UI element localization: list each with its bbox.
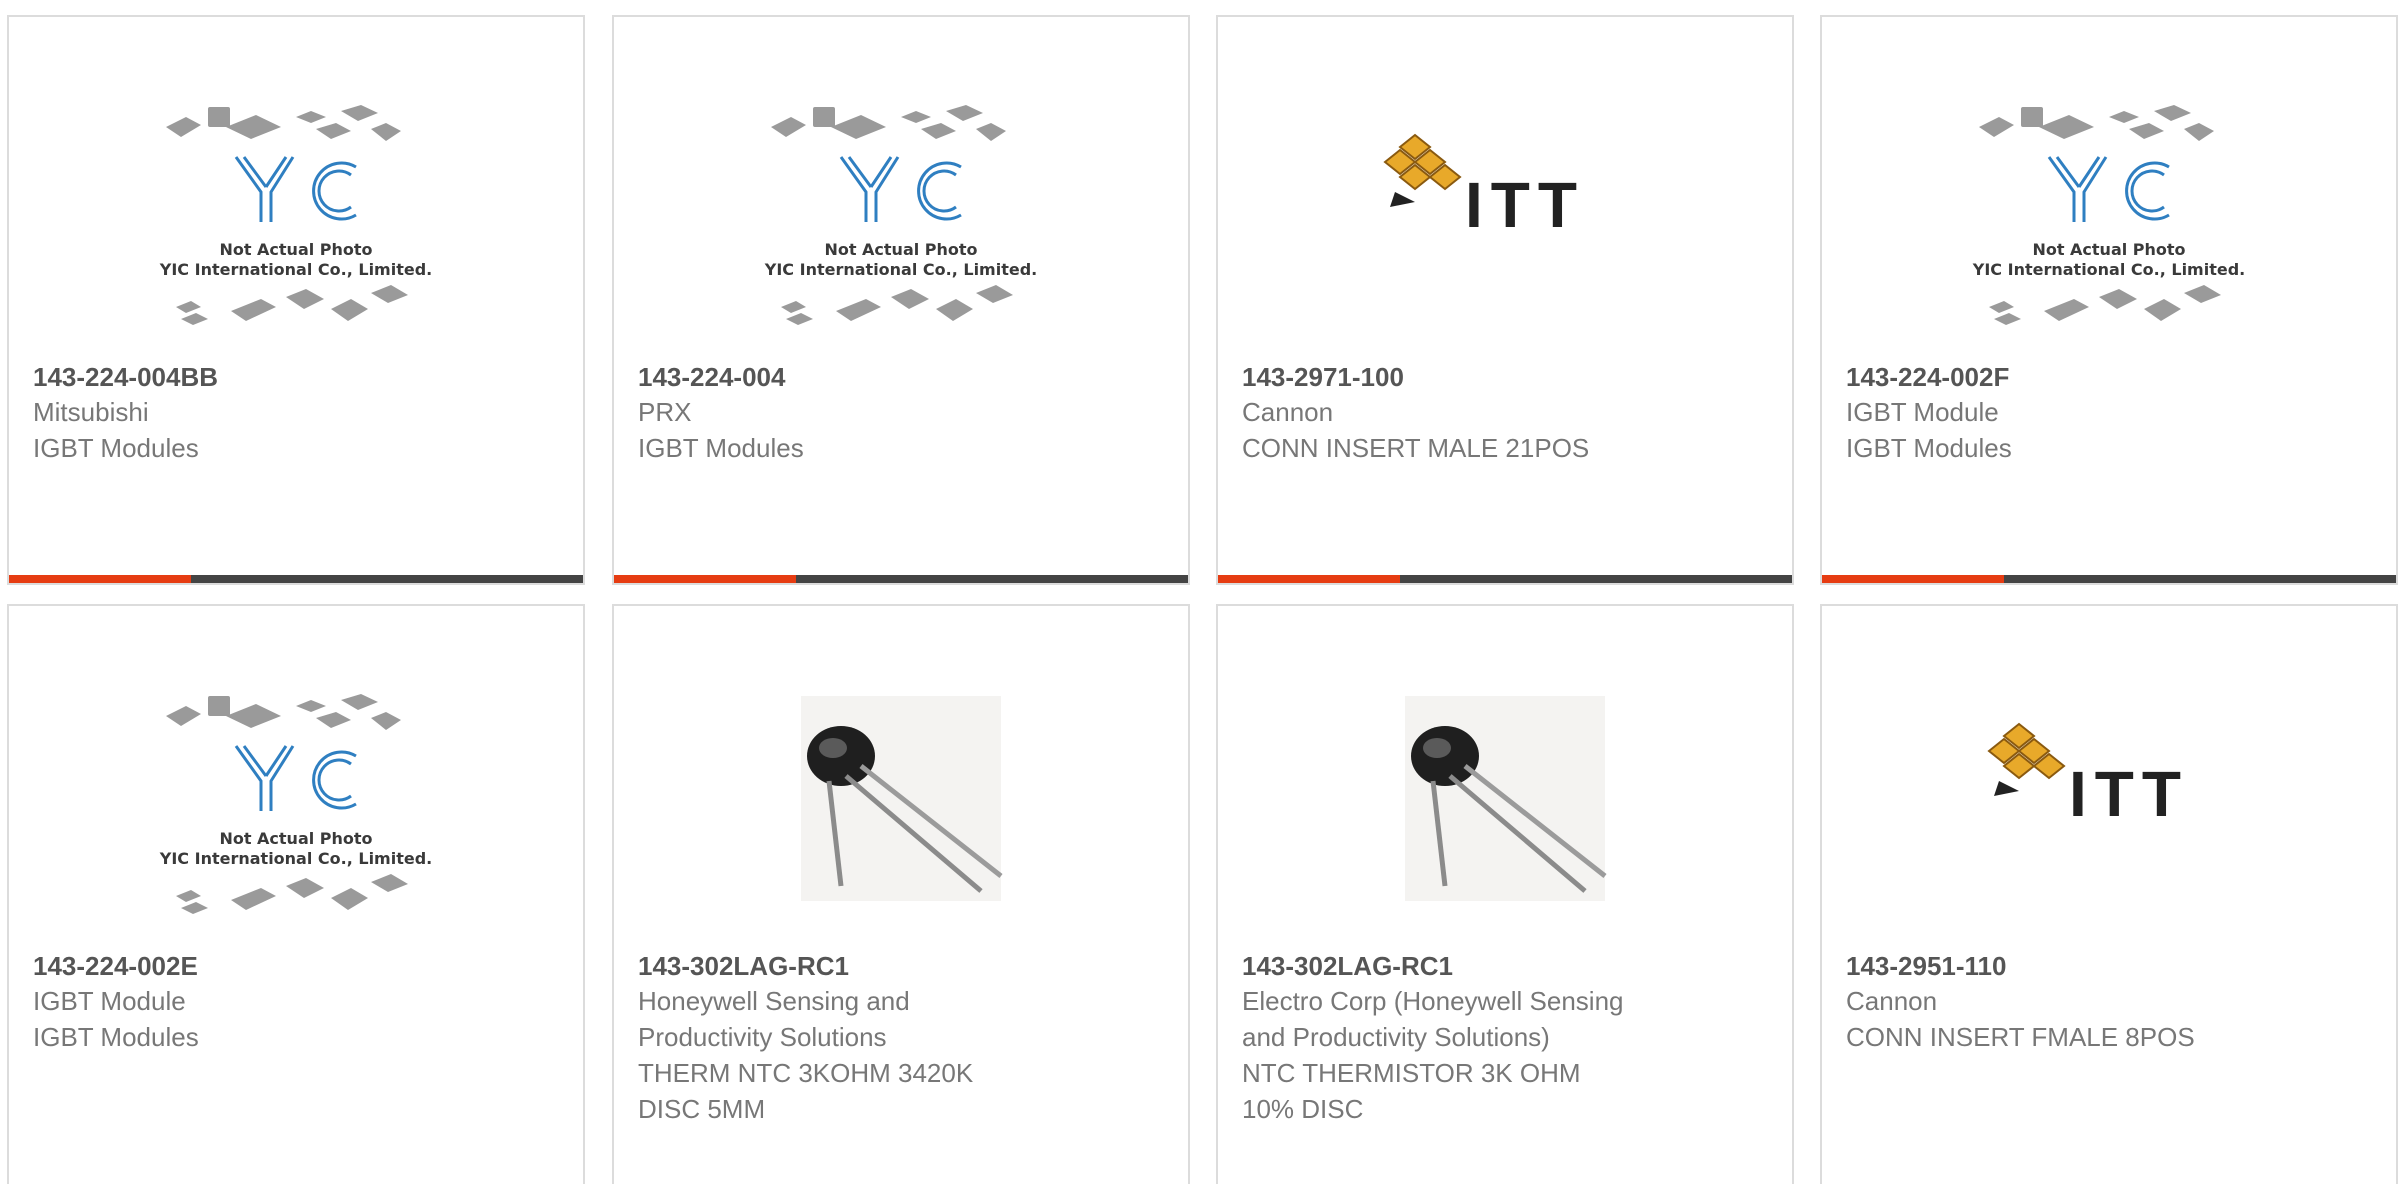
product-info: 143-2971-100 Cannon CONN INSERT MALE 21POS [1242,360,1772,466]
part-number-link[interactable]: 143-302LAG-RC1 [638,949,1168,983]
product-description: IGBT Modules [638,433,804,463]
card-accent-bar [1822,575,2004,583]
product-card[interactable]: Not Actual Photo YIC International Co., … [612,15,1190,585]
svg-text:ITT: ITT [2069,758,2189,830]
product-card[interactable]: 143-302LAG-RC1 Honeywell Sensing and Produ… [612,604,1190,1184]
product-description: and Productivity Solutions) [1242,1022,1550,1052]
part-number-link[interactable]: 143-2971-100 [1242,360,1772,394]
card-accent-bar [1218,575,1400,583]
product-description: NTC THERMISTOR 3K OHM [1242,1058,1581,1088]
svg-text:YIC International Co., Limited: YIC International Co., Limited. [159,260,432,279]
card-bottom-bar [1822,575,2396,583]
yic-placeholder-image: Not Actual Photo YIC International Co., … [159,694,432,914]
svg-text:Not Actual Photo: Not Actual Photo [219,240,372,259]
product-info: 143-224-002E IGBT Module IGBT Modules [33,949,563,1055]
yic-placeholder-image: Not Actual Photo YIC International Co., … [764,105,1037,325]
thermistor-photo [801,696,1003,901]
manufacturer-name: IGBT Module [1846,397,1999,427]
yic-placeholder-image: Not Actual Photo YIC International Co., … [1972,105,2245,325]
product-card[interactable]: Not Actual Photo YIC International Co., … [7,604,585,1184]
product-card[interactable]: ITT 143-2971-100 Cannon CONN INSERT MALE 2… [1216,15,1794,585]
itt-logo-image: ITT [1383,133,1585,241]
card-accent-bar [9,575,191,583]
manufacturer-name: PRX [638,397,692,427]
product-grid: Not Actual Photo YIC International Co., … [0,0,2400,1184]
card-bottom-bar [9,575,583,583]
card-bottom-bar [614,575,1188,583]
manufacturer-name: Electro Corp (Honeywell Sensing [1242,986,1624,1016]
svg-text:YIC International Co., Limited: YIC International Co., Limited. [764,260,1037,279]
product-card[interactable]: Not Actual Photo YIC International Co., … [1820,15,2398,585]
manufacturer-name: Cannon [1846,986,1938,1016]
product-info: 143-224-004BB Mitsubishi IGBT Modules [33,360,563,466]
product-description: 10% DISC [1242,1094,1364,1124]
product-description: CONN INSERT FMALE 8POS [1846,1022,2195,1052]
svg-text:YIC International Co., Limited: YIC International Co., Limited. [159,849,432,868]
product-description: IGBT Modules [33,433,199,463]
part-number-link[interactable]: 143-302LAG-RC1 [1242,949,1772,983]
product-info: 143-224-004 PRX IGBT Modules [638,360,1168,466]
thermistor-photo [1405,696,1607,901]
part-number-link[interactable]: 143-224-004BB [33,360,563,394]
card-accent-bar [614,575,796,583]
product-card[interactable]: Not Actual Photo YIC International Co., … [7,15,585,585]
svg-text:YIC International Co., Limited: YIC International Co., Limited. [1972,260,2245,279]
manufacturer-name: IGBT Module [33,986,186,1016]
product-info: 143-224-002F IGBT Module IGBT Modules [1846,360,2376,466]
part-number-link[interactable]: 143-224-002F [1846,360,2376,394]
yic-placeholder-image: Not Actual Photo YIC International Co., … [159,105,432,325]
product-info: 143-302LAG-RC1 Electro Corp (Honeywell Se… [1242,949,1772,1127]
product-description: CONN INSERT MALE 21POS [1242,433,1590,463]
product-description: Productivity Solutions [638,1022,887,1052]
manufacturer-name: Honeywell Sensing and [638,986,910,1016]
svg-text:ITT: ITT [1465,169,1585,241]
card-bottom-bar [1218,575,1792,583]
product-description: IGBT Modules [33,1022,199,1052]
product-description: DISC 5MM [638,1094,766,1124]
svg-text:Not Actual Photo: Not Actual Photo [2032,240,2185,259]
itt-logo-image: ITT [1987,722,2189,830]
product-card[interactable]: ITT 143-2951-110 Cannon CONN INSERT FMALE … [1820,604,2398,1184]
product-info: 143-302LAG-RC1 Honeywell Sensing and Produ… [638,949,1168,1127]
product-info: 143-2951-110 Cannon CONN INSERT FMALE 8POS [1846,949,2376,1055]
manufacturer-name: Mitsubishi [33,397,149,427]
product-card[interactable]: 143-302LAG-RC1 Electro Corp (Honeywell Se… [1216,604,1794,1184]
product-description: IGBT Modules [1846,433,2012,463]
product-description: THERM NTC 3KOHM 3420K [638,1058,974,1088]
part-number-link[interactable]: 143-224-002E [33,949,563,983]
svg-text:Not Actual Photo: Not Actual Photo [219,829,372,848]
part-number-link[interactable]: 143-224-004 [638,360,1168,394]
part-number-link[interactable]: 143-2951-110 [1846,949,2376,983]
svg-text:Not Actual Photo: Not Actual Photo [824,240,977,259]
manufacturer-name: Cannon [1242,397,1334,427]
